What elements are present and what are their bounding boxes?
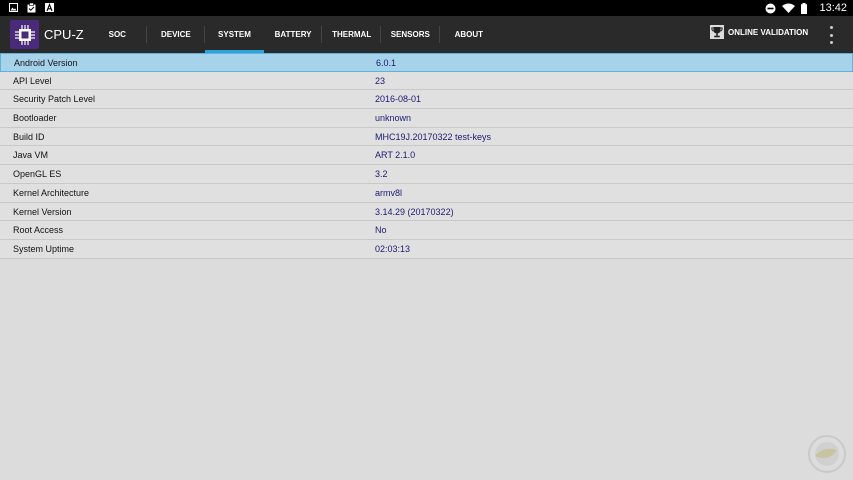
online-validation-label: ONLINE VALIDATION	[728, 27, 809, 37]
row-value: armv8l	[375, 187, 403, 198]
row-value: No	[375, 225, 387, 236]
info-row-system-uptime[interactable]: System Uptime 02:03:13	[0, 239, 853, 259]
info-row-bootloader[interactable]: Bootloader unknown	[0, 109, 853, 128]
row-label: Security Patch Level	[13, 94, 96, 105]
row-value: ART 2.1.0	[375, 150, 416, 161]
info-row-opengl-es[interactable]: OpenGL ES 3.2	[0, 165, 853, 184]
app-bar: CPU-Z SOC DEVICE SYSTEM BATTERY THERMAL …	[0, 16, 853, 53]
do-not-disturb-icon	[765, 3, 776, 13]
tab-label: SOC	[108, 30, 126, 39]
row-label: Build ID	[13, 131, 45, 142]
row-label: Java VM	[13, 150, 49, 161]
row-label: Kernel Architecture	[13, 187, 90, 198]
status-time: 13:42	[819, 2, 847, 14]
row-label: Kernel Version	[13, 206, 72, 217]
row-label: Android Version	[14, 58, 78, 68]
image-icon	[9, 3, 18, 12]
info-row-android-version[interactable]: Android Version 6.0.1	[0, 53, 853, 72]
tab-about[interactable]: ABOUT	[440, 16, 499, 53]
online-validation-button[interactable]: ONLINE VALIDATION	[710, 25, 808, 39]
row-label: Bootloader	[13, 113, 57, 124]
row-value: 3.2	[375, 169, 388, 180]
tab-label: THERMAL	[332, 30, 372, 39]
status-bar: 13:42	[0, 0, 853, 16]
menu-dot	[829, 33, 833, 37]
status-icons-left	[9, 3, 54, 13]
tab-soc[interactable]: SOC	[88, 16, 147, 53]
row-value: 02:03:13	[375, 243, 411, 254]
tab-device[interactable]: DEVICE	[147, 16, 206, 53]
app-title: CPU-Z	[44, 27, 84, 42]
tab-bar: SOC DEVICE SYSTEM BATTERY THERMAL SENSOR…	[88, 16, 498, 53]
row-label: Root Access	[13, 225, 64, 236]
watermark-logo-icon	[808, 435, 846, 473]
row-label: OpenGL ES	[13, 169, 62, 180]
info-row-build-id[interactable]: Build ID MHC19J.20170322 test-keys	[0, 127, 853, 147]
row-label: API Level	[13, 75, 52, 86]
wifi-icon	[782, 3, 796, 13]
info-row-kernel-architecture[interactable]: Kernel Architecture armv8l	[0, 183, 853, 203]
cpu-z-logo-icon	[10, 20, 39, 49]
tab-label: ABOUT	[454, 30, 484, 39]
menu-dot	[829, 26, 833, 29]
system-info-list: Android Version 6.0.1 API Level 23 Secur…	[0, 53, 853, 259]
tab-label: SENSORS	[390, 30, 430, 39]
status-icons-right: 13:42	[765, 1, 847, 15]
tab-label: DEVICE	[160, 30, 191, 39]
row-value: 3.14.29 (20170322)	[375, 206, 454, 217]
row-value: 6.0.1	[376, 58, 397, 68]
info-row-root-access[interactable]: Root Access No	[0, 221, 853, 240]
overflow-menu-icon[interactable]	[826, 26, 836, 44]
row-label: System Uptime	[13, 243, 75, 254]
info-row-kernel-version[interactable]: Kernel Version 3.14.29 (20170322)	[0, 202, 853, 222]
tab-system[interactable]: SYSTEM	[205, 16, 264, 53]
tab-thermal[interactable]: THERMAL	[322, 16, 381, 53]
tab-label: SYSTEM	[218, 30, 251, 39]
row-value: MHC19J.20170322 test-keys	[375, 131, 492, 142]
tab-battery[interactable]: BATTERY	[264, 16, 323, 53]
clipboard-icon	[27, 3, 36, 13]
row-value: unknown	[375, 113, 412, 124]
tab-label: BATTERY	[274, 30, 312, 39]
menu-dot	[829, 41, 833, 44]
row-value: 23	[375, 75, 386, 86]
trophy-icon	[710, 25, 724, 39]
battery-icon	[801, 2, 808, 14]
row-value: 2016-08-01	[375, 94, 422, 105]
info-row-security-patch-level[interactable]: Security Patch Level 2016-08-01	[0, 90, 853, 110]
tab-sensors[interactable]: SENSORS	[381, 16, 440, 53]
info-row-java-vm[interactable]: Java VM ART 2.1.0	[0, 146, 853, 166]
font-icon	[45, 3, 54, 12]
info-row-api-level[interactable]: API Level 23	[0, 71, 853, 91]
